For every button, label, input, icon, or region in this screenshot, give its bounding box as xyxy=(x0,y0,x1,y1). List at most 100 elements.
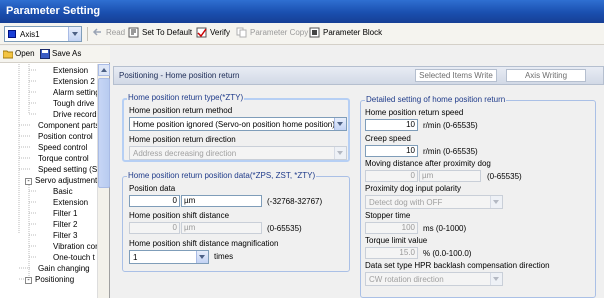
position-data-input[interactable]: 0 xyxy=(129,195,180,207)
set-to-default-label: Set To Default xyxy=(142,28,193,37)
moving-distance-unit: µm xyxy=(419,170,481,182)
chevron-down-icon[interactable] xyxy=(490,273,502,285)
magnification-unit: times xyxy=(214,252,234,261)
verify-button[interactable]: Verify xyxy=(196,27,230,41)
return-speed-label: Home position return speed xyxy=(365,108,464,117)
chevron-down-icon[interactable] xyxy=(334,147,346,159)
return-speed-unit: r/min (0-65535) xyxy=(423,121,478,130)
tree-item[interactable]: One-touch t xyxy=(53,252,95,263)
tree-item[interactable]: Filter 3 xyxy=(53,230,77,241)
parameter-tree: Extension Extension 2 Alarm setting Toug… xyxy=(0,64,97,298)
tree-item[interactable]: Component parts xyxy=(38,120,97,131)
tree-item[interactable]: Drive recorder xyxy=(53,109,97,120)
tree-item[interactable]: Filter 1 xyxy=(53,208,77,219)
tree-item[interactable]: Extension xyxy=(53,65,88,76)
parameter-copy-button[interactable]: Parameter Copy xyxy=(236,27,308,41)
shift-distance-input[interactable]: 0 xyxy=(129,222,180,234)
dog-polarity-value: Detect dog with OFF xyxy=(369,198,443,207)
direction-select[interactable]: Address decreasing direction xyxy=(129,146,347,160)
return-speed-input[interactable]: 10 xyxy=(365,119,418,131)
position-range: (-32768-32767) xyxy=(267,197,323,206)
tree-item-servo-adjustment[interactable]: - Servo adjustment xyxy=(25,175,97,186)
verify-icon xyxy=(196,27,207,38)
home-return-type-title: Home position return type(*ZTY) xyxy=(127,93,245,102)
torque-limit-input[interactable]: 15.0 xyxy=(365,247,418,259)
axis-select[interactable]: Axis1 xyxy=(4,26,82,42)
tree-item[interactable]: Basic xyxy=(53,186,73,197)
backlash-direction-select[interactable]: CW rotation direction xyxy=(365,272,503,286)
tree-item[interactable]: Extension 2 xyxy=(53,76,95,87)
set-to-default-button[interactable]: Set To Default xyxy=(128,27,192,41)
tree-item[interactable]: Filter 2 xyxy=(53,219,77,230)
backlash-direction-value: CW rotation direction xyxy=(369,275,444,284)
moving-distance-input[interactable]: 0 xyxy=(365,170,418,182)
method-select-value: Home position ignored (Servo-on position… xyxy=(133,120,335,129)
stopper-time-unit: ms (0-1000) xyxy=(423,224,467,233)
tree-item[interactable]: Tough drive xyxy=(53,98,94,109)
main-toolbar: Axis1 Read Set To Default Verify Paramet… xyxy=(0,23,604,45)
dog-polarity-select[interactable]: Detect dog with OFF xyxy=(365,195,503,209)
moving-distance-label: Moving distance after proximity dog xyxy=(365,159,491,168)
selected-items-write-button[interactable]: Selected Items Write xyxy=(415,69,497,82)
detailed-setting-title: Detailed setting of home position return xyxy=(365,95,507,104)
stopper-time-input[interactable]: 100 xyxy=(365,222,418,234)
window-title: Parameter Setting xyxy=(0,0,604,23)
torque-limit-label: Torque limit value xyxy=(365,236,428,245)
panel-header: Positioning - Home position return Selec… xyxy=(113,66,604,85)
save-as-label: Save As xyxy=(52,49,82,59)
parameter-block-icon xyxy=(309,27,320,38)
tree-item[interactable]: Gain changing xyxy=(38,263,90,274)
tree-scrollbar[interactable] xyxy=(97,64,110,298)
copy-icon xyxy=(236,27,247,38)
magnification-label: Home position shift distance magnificati… xyxy=(129,239,279,248)
chevron-down-icon[interactable] xyxy=(196,251,208,263)
parameter-block-button[interactable]: Parameter Block xyxy=(309,27,382,41)
moving-distance-range: (0-65535) xyxy=(487,172,522,181)
chevron-down-icon[interactable] xyxy=(490,196,502,208)
read-label: Read xyxy=(106,28,126,37)
chevron-down-icon[interactable] xyxy=(334,118,346,130)
save-icon xyxy=(40,49,50,59)
parameter-tree-pane: Open Save As Extension Extension 2 Alarm… xyxy=(0,46,110,298)
tree-toolbar: Open Save As xyxy=(0,46,110,63)
tree-item-positioning[interactable]: - Positioning xyxy=(25,274,74,285)
panel-title: Positioning - Home position return xyxy=(119,71,240,80)
open-button[interactable]: Open xyxy=(3,49,35,59)
method-select[interactable]: Home position ignored (Servo-on position… xyxy=(129,117,347,131)
tree-item[interactable]: Vibration cont xyxy=(53,241,97,252)
creep-speed-input[interactable]: 10 xyxy=(365,145,418,157)
chevron-down-icon[interactable] xyxy=(68,27,81,41)
magnification-select-value: 1 xyxy=(133,253,138,262)
position-data-title: Home position return position data(*ZPS,… xyxy=(127,171,317,180)
collapse-icon[interactable]: - xyxy=(25,277,32,284)
save-as-button[interactable]: Save As xyxy=(40,49,81,59)
stopper-time-label: Stopper time xyxy=(365,211,411,220)
parameter-panel: Positioning - Home position return Selec… xyxy=(113,46,604,298)
axis-writing-button[interactable]: Axis Writing xyxy=(506,69,586,82)
creep-speed-label: Creep speed xyxy=(365,134,411,143)
position-unit: µm xyxy=(181,195,262,207)
magnification-select[interactable]: 1 xyxy=(129,250,209,264)
folder-icon xyxy=(3,50,13,59)
verify-label: Verify xyxy=(210,28,231,37)
shift-distance-range: (0-65535) xyxy=(267,224,302,233)
axis-color-icon xyxy=(8,30,16,38)
direction-label: Home position return direction xyxy=(129,135,236,144)
scroll-thumb[interactable] xyxy=(98,78,110,188)
direction-select-value: Address decreasing direction xyxy=(133,149,237,158)
collapse-icon[interactable]: - xyxy=(25,178,32,185)
tree-item[interactable]: Torque control xyxy=(38,153,89,164)
tree-item[interactable]: Position control xyxy=(38,131,93,142)
open-label: Open xyxy=(15,49,35,59)
tree-item[interactable]: Alarm setting xyxy=(53,87,97,98)
axis-select-value: Axis1 xyxy=(20,30,40,39)
scroll-up-icon[interactable] xyxy=(98,64,110,76)
parameter-block-label: Parameter Block xyxy=(323,28,383,37)
read-button[interactable]: Read xyxy=(92,27,125,41)
creep-speed-unit: r/min (0-65535) xyxy=(423,147,478,156)
tree-item[interactable]: Speed setting (Sp xyxy=(38,164,97,175)
tree-item[interactable]: Speed control xyxy=(38,142,87,153)
toolbar-separator xyxy=(87,27,88,41)
tree-item[interactable]: Extension xyxy=(53,197,88,208)
backlash-direction-label: Data set type HPR backlash compensation … xyxy=(365,261,550,270)
